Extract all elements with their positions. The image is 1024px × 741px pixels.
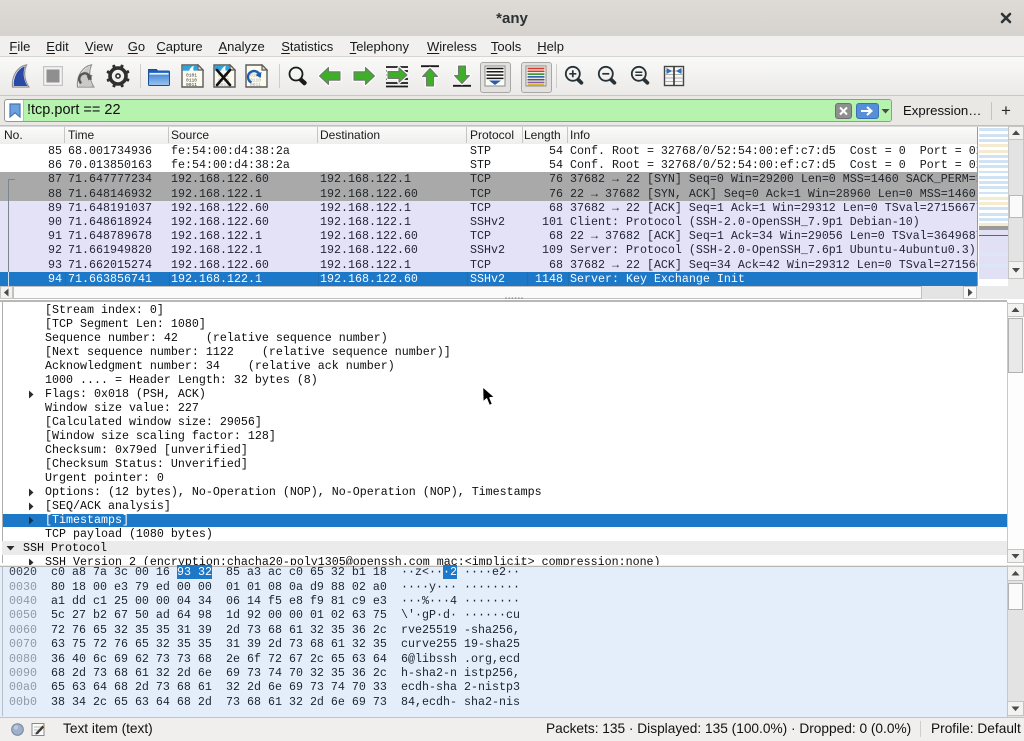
svg-text:0011: 0011 <box>186 82 197 88</box>
svg-text:0011: 0011 <box>250 82 261 88</box>
